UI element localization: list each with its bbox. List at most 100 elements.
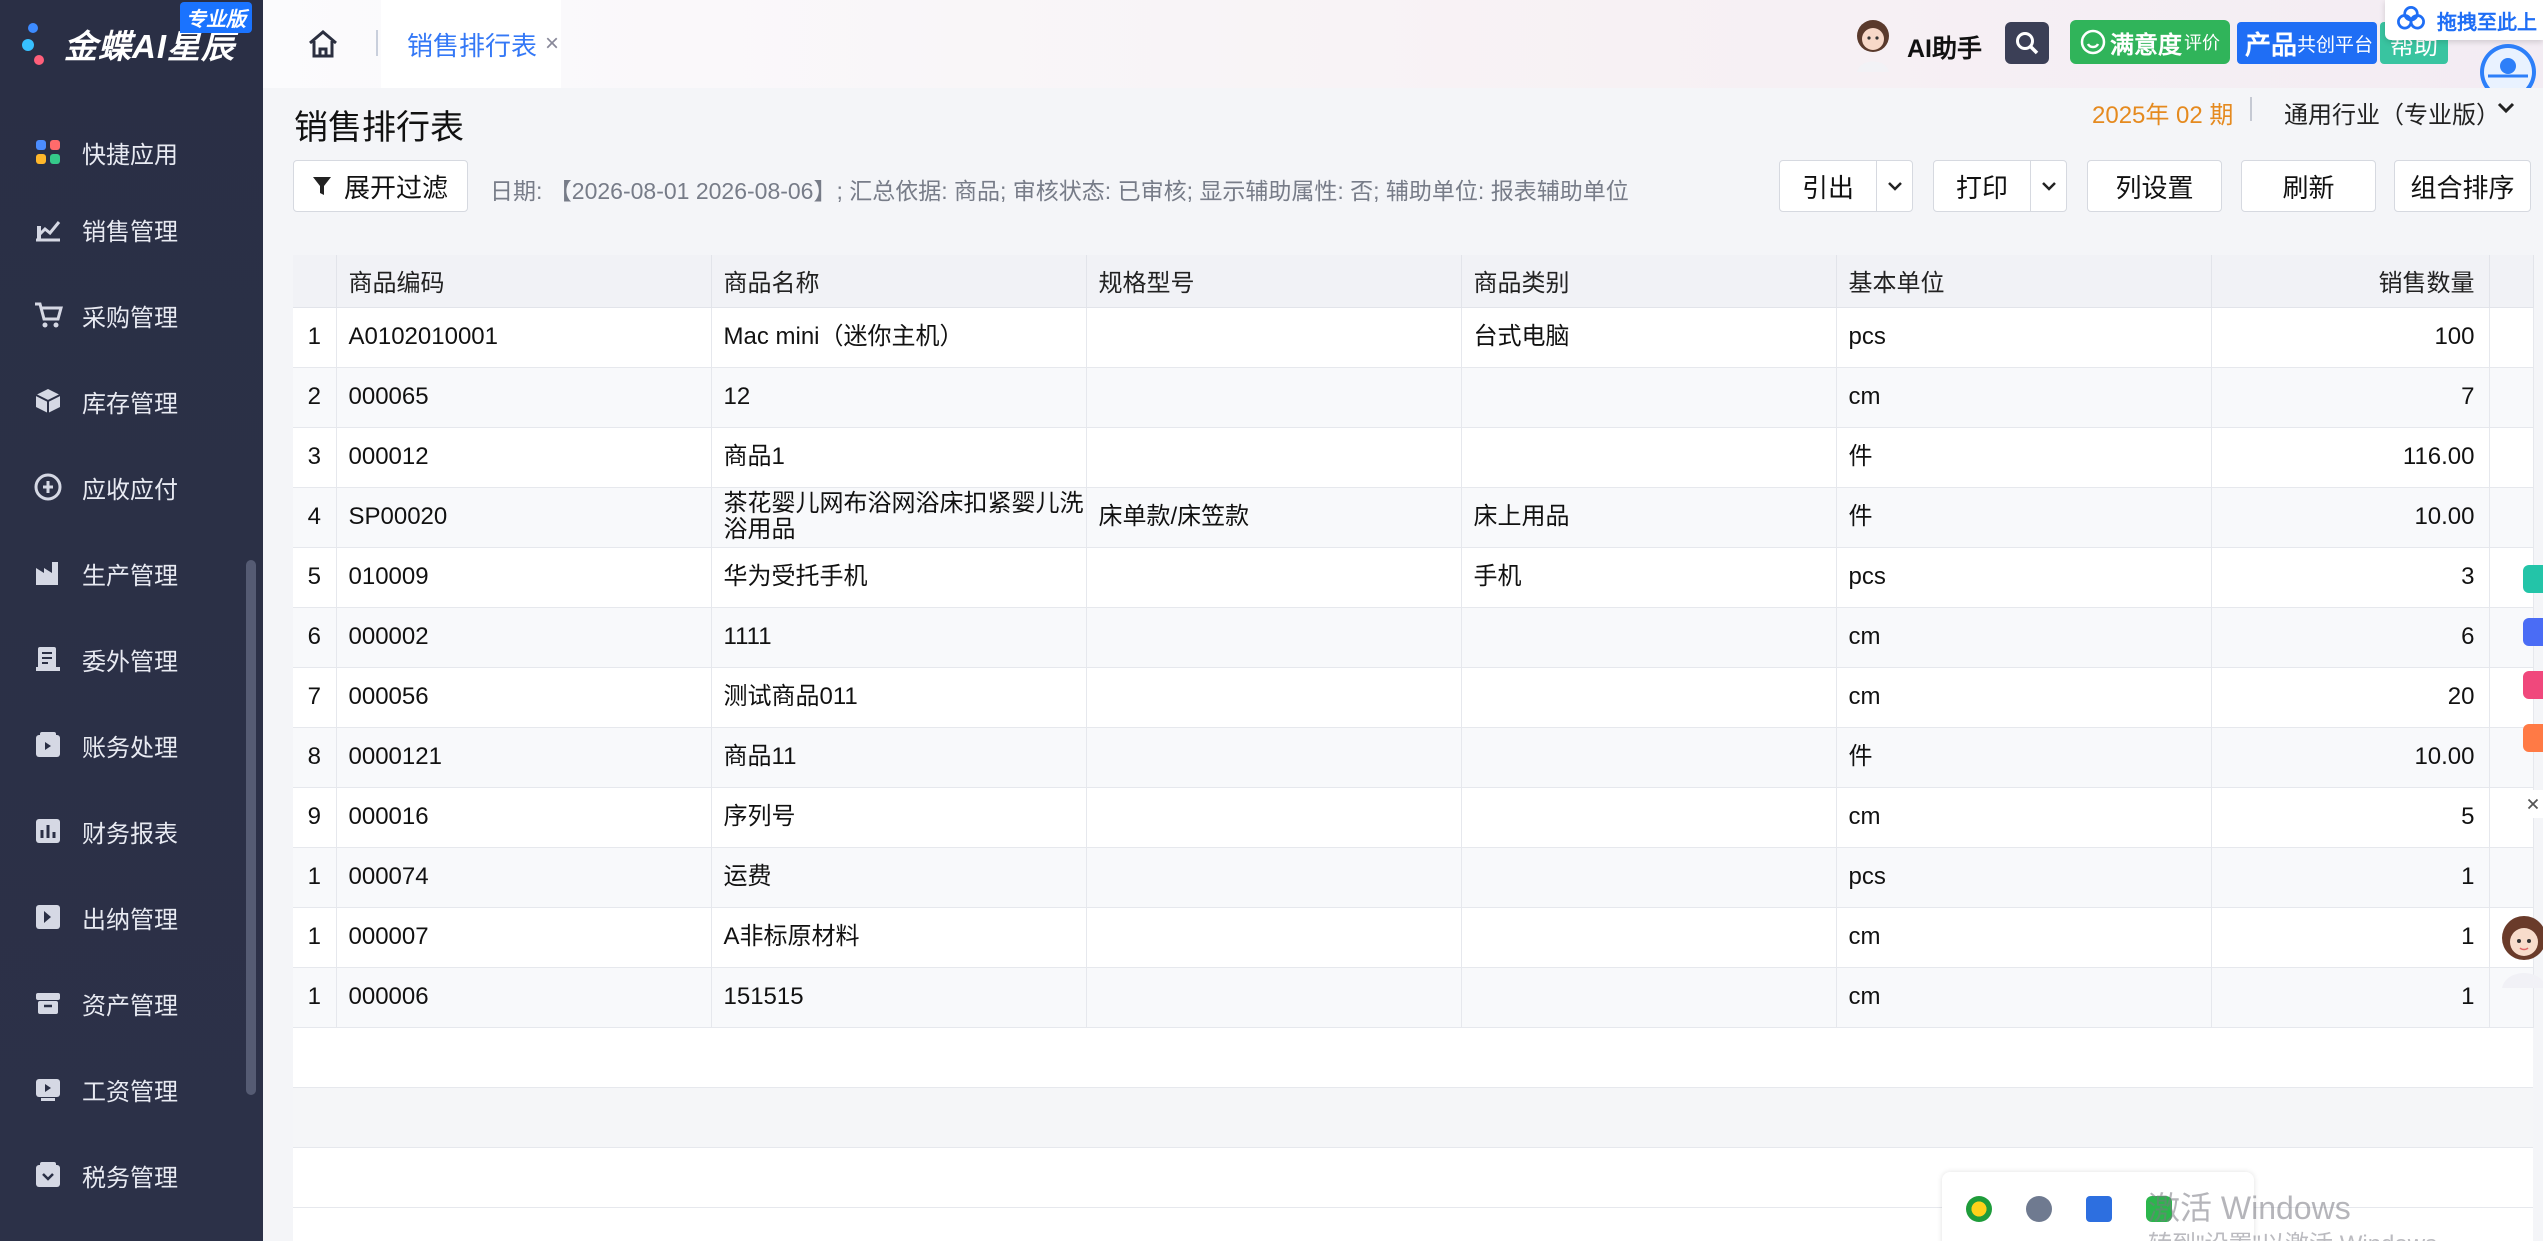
chevron-down-icon[interactable] [2494, 96, 2518, 120]
table-cell-name: A非标原材料 [711, 907, 1087, 968]
chevron-down-icon[interactable] [2030, 161, 2066, 211]
float-collapse-icon[interactable] [2523, 790, 2543, 818]
table-cell-idx: 5 [293, 547, 337, 608]
sidebar-item-salary[interactable]: 工资管理 [0, 1046, 263, 1132]
table-row[interactable]: 4 SP00020 茶花婴儿网布浴网浴床扣紧婴儿洗浴用品 床单款/床笠款 床上用品件 10… [293, 487, 2534, 548]
sidebar-item-financial-report[interactable]: 财务报表 [0, 788, 263, 874]
table-cell-qty: 10.00 [2211, 727, 2490, 788]
sidebar-item-inventory[interactable]: 库存管理 [0, 358, 263, 444]
table-cell-name: 华为受托手机 [711, 547, 1087, 608]
column-header[interactable]: 销售数量 [2211, 255, 2490, 308]
home-icon[interactable] [305, 26, 341, 62]
sidebar-item-label: 快捷应用 [82, 141, 178, 169]
table-row[interactable]: 8 0000121 商品11 件 10.00 [293, 727, 2534, 788]
print-split-button[interactable]: 打印 [1933, 160, 2067, 212]
drag-drop-box[interactable]: 拖拽至此上 [2385, 0, 2543, 40]
table-row[interactable]: 1 A0102010001 Mac mini（迷你主机） 台式电脑 pcs 100 [293, 307, 2534, 368]
table-row[interactable]: 9 000016 序列号 cm 5 [293, 787, 2534, 848]
accounting-period[interactable]: 2025年 02 期 [2092, 95, 2233, 130]
column-header-spacer [2489, 255, 2534, 308]
export-button[interactable]: 引出 [1780, 161, 1876, 211]
cloud-icon [2397, 6, 2425, 30]
sidebar-item-sales[interactable]: 销售管理 [0, 186, 263, 272]
filter-summary: 日期: 【2026-08-01 2026-08-06】; 汇总依据: 商品; 审… [490, 178, 1629, 204]
table-cell-category [1461, 967, 1837, 1028]
table-cell-unit: cm [1836, 367, 2212, 428]
ai-assistant-float-avatar[interactable] [2490, 910, 2543, 988]
sidebar-item-production[interactable]: 生产管理 [0, 530, 263, 616]
sales-chart-icon [32, 213, 64, 245]
table-cell-unit: 件 [1836, 727, 2212, 788]
table-cell-idx: 2 [293, 367, 337, 428]
close-icon[interactable]: × [545, 30, 559, 58]
ai-assistant-label[interactable]: AI助手 [1907, 29, 1982, 65]
float-tool-1[interactable] [2523, 565, 2543, 593]
sidebar-item-ledger[interactable]: 账务处理 [0, 702, 263, 788]
table-row[interactable]: 1 000007 A非标原材料 cm 1 [293, 907, 2534, 968]
combined-sort-button[interactable]: 组合排序 [2394, 160, 2531, 212]
float-tool-4[interactable] [2523, 724, 2543, 752]
sidebar-item-purchase[interactable]: 采购管理 [0, 272, 263, 358]
table-cell-unit: pcs [1836, 547, 2212, 608]
table-row[interactable]: 5 010009 华为受托手机 手机 pcs 3 [293, 547, 2534, 608]
table-cell-category [1461, 667, 1837, 728]
sales-ranking-table: 商品编码 商品名称 规格型号 商品类别 基本单位 销售数量 1 A01020100… [293, 255, 2534, 1241]
product-cocreate-button[interactable]: 产品 共创平台 [2237, 22, 2377, 64]
chevron-down-icon[interactable] [1876, 161, 1912, 211]
sidebar-item-assets[interactable]: 资产管理 [0, 960, 263, 1046]
tab-label: 销售排行表 [407, 30, 538, 61]
table-cell-spec [1086, 967, 1462, 1028]
sidebar-item-receivable[interactable]: 应收应付 [0, 444, 263, 530]
sidebar-item-cashier[interactable]: 出纳管理 [0, 874, 263, 960]
windows-activation-watermark: 激活 Windows [2148, 1190, 2351, 1226]
table-cell-code: 000006 [336, 967, 712, 1028]
tab-sales-ranking[interactable]: 销售排行表 × [381, 0, 561, 88]
table-row[interactable]: 1 000074 运费 pcs 1 [293, 847, 2534, 908]
table-cell-idx: 3 [293, 427, 337, 488]
table-row[interactable]: 3 000012 商品1 件 116.00 [293, 427, 2534, 488]
table-cell-category [1461, 787, 1837, 848]
export-split-button[interactable]: 引出 [1779, 160, 1913, 212]
tray-app-icon[interactable] [1966, 1196, 1992, 1222]
table-cell-idx: 4 [293, 487, 337, 548]
sidebar-scrollbar[interactable] [246, 560, 256, 1095]
column-header[interactable]: 商品编码 [336, 255, 712, 308]
column-header[interactable]: 商品类别 [1461, 255, 1837, 308]
user-avatar[interactable] [2478, 42, 2538, 88]
expand-filter-button[interactable]: 展开过滤 [293, 160, 468, 212]
table-row[interactable]: 2 000065 12 cm 7 [293, 367, 2534, 428]
sidebar-item-label: 应收应付 [82, 476, 178, 504]
table-cell-category [1461, 607, 1837, 668]
ai-assistant-avatar[interactable] [1847, 14, 1899, 72]
table-cell-idx: 1 [293, 307, 337, 368]
table-row[interactable]: 7 000056 测试商品011 cm 20 [293, 667, 2534, 728]
table-cell-category [1461, 907, 1837, 968]
table-cell-spec [1086, 547, 1462, 608]
table-row[interactable]: 1 000006 151515 cm 1 [293, 967, 2534, 1028]
search-button[interactable] [2005, 22, 2049, 64]
column-header[interactable]: 基本单位 [1836, 255, 2212, 308]
table-cell-qty: 3 [2211, 547, 2490, 608]
windows-activation-hint: 转到"设置"以激活 Windows。 [2148, 1224, 2461, 1241]
print-button[interactable]: 打印 [1934, 161, 2030, 211]
tray-app-icon[interactable] [2026, 1196, 2052, 1222]
refresh-button[interactable]: 刷新 [2241, 160, 2376, 212]
sidebar-item-tax[interactable]: 税务管理 [0, 1132, 263, 1218]
table-cell-spec: 床单款/床笠款 [1086, 487, 1462, 548]
float-tool-3[interactable] [2523, 671, 2543, 699]
app-logo[interactable]: 金蝶AI星辰 专业版 [0, 0, 263, 88]
table-cell-qty: 10.00 [2211, 487, 2490, 548]
column-header[interactable]: 规格型号 [1086, 255, 1462, 308]
column-header[interactable]: 商品名称 [711, 255, 1087, 308]
table-cell-spacer [2489, 487, 2534, 548]
table-row[interactable]: 6 000002 1111 cm 6 [293, 607, 2534, 668]
satisfaction-button[interactable]: 满意度 评价 [2070, 20, 2230, 64]
tray-app-icon[interactable] [2086, 1196, 2112, 1222]
column-settings-button[interactable]: 列设置 [2087, 160, 2222, 212]
industry-selector[interactable]: 通用行业（专业版） [2284, 95, 2500, 130]
table-cell-name: 序列号 [711, 787, 1087, 848]
float-tool-2[interactable] [2523, 618, 2543, 646]
sidebar-item-outsource[interactable]: 委外管理 [0, 616, 263, 702]
table-cell-code: SP00020 [336, 487, 712, 548]
sidebar-item-quick-apps[interactable]: 快捷应用 [0, 118, 263, 186]
